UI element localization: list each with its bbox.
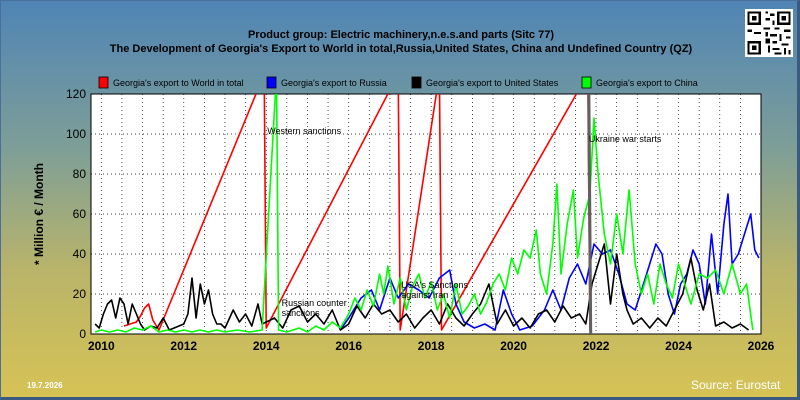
x-tick-label: 2018 bbox=[418, 339, 445, 353]
x-tick-label: 2012 bbox=[170, 339, 197, 353]
y-tick-label: 100 bbox=[66, 127, 86, 141]
x-tick-label: 2022 bbox=[583, 339, 610, 353]
chart-frame: Product group: Electric machinery,n.e.s.… bbox=[0, 0, 800, 400]
x-tick-label: 2016 bbox=[335, 339, 362, 353]
annotation-label: sanctions bbox=[282, 308, 321, 318]
y-tick-label: 0 bbox=[79, 327, 86, 341]
legend-label: Georgia's export to World in total bbox=[113, 78, 244, 88]
y-axis-label: * Million € / Month bbox=[32, 163, 46, 265]
y-tick-label: 60 bbox=[73, 207, 87, 221]
legend-swatch bbox=[98, 76, 109, 89]
y-tick-label: 20 bbox=[73, 287, 87, 301]
y-tick-label: 80 bbox=[73, 167, 87, 181]
export-date: 19.7.2026 bbox=[27, 381, 63, 390]
legend-label: Georgia's export to China bbox=[596, 78, 698, 88]
annotation-label: USA's Sanctions bbox=[401, 280, 468, 290]
x-tick-label: 2026 bbox=[748, 339, 775, 353]
annotation-label: Ukraine war starts bbox=[589, 134, 662, 144]
legend-label: Georgia's export to Russia bbox=[281, 78, 387, 88]
legend-swatch bbox=[266, 76, 277, 89]
y-tick-label: 120 bbox=[66, 87, 86, 101]
source-label: Source: Eurostat bbox=[691, 378, 781, 392]
chart-plot: 0 20 40 60 80 100 120 2010 2012 2014 2016 2018 2020 2… bbox=[32, 76, 775, 353]
legend-swatch bbox=[411, 76, 422, 89]
x-tick-label: 2024 bbox=[665, 339, 692, 353]
annotation-label: Russian counter bbox=[282, 298, 347, 308]
legend-label: Georgia's export to United States bbox=[426, 78, 559, 88]
x-tick-label: 2010 bbox=[88, 339, 115, 353]
legend-swatch bbox=[581, 76, 592, 89]
annotation-label: against Iran bbox=[401, 290, 448, 300]
series-line-4 bbox=[587, 94, 593, 334]
annotation-label: Western sanctions bbox=[267, 126, 341, 136]
x-tick-label: 2014 bbox=[253, 339, 280, 353]
x-tick-label: 2020 bbox=[500, 339, 527, 353]
y-tick-label: 40 bbox=[73, 247, 87, 261]
